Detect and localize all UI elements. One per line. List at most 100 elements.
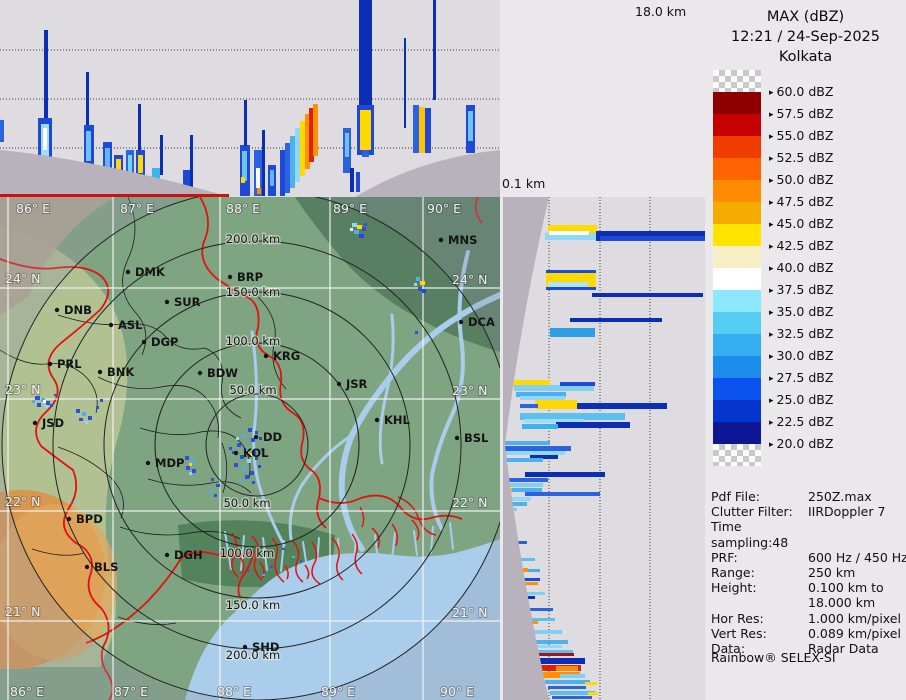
tick-arrow-icon: ▸ (769, 418, 774, 428)
city-dot (54, 307, 60, 313)
info-row: Range: 250 km (711, 565, 903, 580)
echo-bar (285, 143, 290, 193)
echo-bar (256, 168, 260, 188)
echo-pixel (44, 405, 48, 408)
echo-pixel (258, 465, 261, 468)
scale-block (713, 422, 761, 444)
city-dot (84, 564, 90, 570)
echo-bar (404, 38, 406, 128)
info-row: 18.000 km (711, 595, 903, 610)
geo-grid-label: 22° N (452, 495, 487, 510)
echo-bar (548, 282, 588, 287)
city-dot (164, 552, 170, 558)
echo-pixel (259, 437, 262, 440)
geo-grid-label: 89° E (333, 201, 367, 216)
geo-grid-label: 86° E (16, 201, 50, 216)
echo-pixel (82, 412, 86, 416)
echo-pixel (192, 469, 196, 473)
echo-bar (190, 135, 193, 192)
echo-bar (535, 400, 577, 409)
info-value: 0.100 km to (808, 580, 884, 596)
tick-arrow-icon: ▸ (769, 440, 774, 450)
range-ring-label: 200.0 km (226, 232, 280, 246)
city-label: BRP (237, 270, 263, 284)
echo-pixel (247, 570, 249, 572)
echo-bar (503, 478, 548, 482)
city-label: JSD (41, 416, 64, 430)
scale-block (713, 444, 761, 466)
info-label: Clutter Filter: (711, 504, 793, 520)
range-ring-label: 50.0 km (223, 496, 270, 510)
right-height-profile-panel (503, 197, 705, 700)
echo-pixel (416, 277, 420, 281)
product-info-block: Pdf File: 250Z.max Clutter Filter: IIRDoppl… (711, 489, 906, 656)
geo-grid-label: 87° E (114, 684, 148, 699)
info-label: Range: (711, 565, 755, 581)
echo-bar (425, 108, 431, 153)
scale-block (713, 246, 761, 268)
tick-arrow-icon: ▸ (769, 110, 774, 120)
echo-bar (556, 666, 578, 671)
scale-label: ▸ 22.5 dBZ (769, 414, 834, 429)
info-label: PRF: (711, 549, 738, 565)
scale-block (713, 356, 761, 378)
info-row: Vert Res: 0.089 km/pixel (711, 626, 903, 641)
scale-label: ▸ 57.5 dBZ (769, 106, 834, 121)
info-value: 250 km (808, 565, 856, 581)
echo-bar (359, 0, 372, 110)
city-dot (438, 237, 444, 243)
echo-pixel (292, 556, 295, 558)
scale-label: ▸ 27.5 dBZ (769, 370, 834, 385)
scale-label: ▸ 20.0 dBZ (769, 436, 834, 451)
city-dot (66, 516, 72, 522)
echo-bar (525, 492, 600, 496)
tick-arrow-icon: ▸ (769, 286, 774, 296)
city-label: DD (263, 430, 282, 444)
scale-label: ▸ 25.0 dBZ (769, 392, 834, 407)
tick-arrow-icon: ▸ (769, 330, 774, 340)
echo-pixel (214, 494, 217, 497)
echo-pixel (76, 409, 80, 413)
city-label: BSL (464, 431, 489, 445)
echo-pixel (362, 227, 366, 231)
city-dot (253, 434, 259, 440)
tick-arrow-icon: ▸ (769, 154, 774, 164)
echo-pixel (236, 437, 239, 440)
scale-block (713, 400, 761, 422)
scale-block (713, 312, 761, 334)
info-label: Height: (711, 580, 757, 596)
echo-bar (241, 177, 245, 183)
echo-pixel (255, 431, 258, 434)
scale-label: ▸ 37.5 dBZ (769, 282, 834, 297)
echo-bar (536, 653, 574, 656)
info-label: Pdf File: (711, 489, 760, 504)
tick-arrow-icon: ▸ (769, 308, 774, 318)
echo-pixel (420, 281, 425, 285)
echo-bar (257, 188, 261, 194)
scale-label: ▸ 45.0 dBZ (769, 216, 834, 231)
echo-pixel (32, 400, 35, 403)
echo-pixel (234, 463, 238, 467)
geo-grid-label: 21° N (452, 605, 487, 620)
echo-bar (468, 111, 473, 141)
max-height-axis-label: 18.0 km (635, 4, 687, 19)
city-dot (141, 339, 147, 345)
info-value: 18.000 km (808, 595, 876, 611)
echo-bar (290, 136, 295, 188)
city-label: SUR (174, 295, 201, 309)
product-datetime: 12:21 / 24-Sep-2025 (730, 29, 881, 45)
echo-pixel (229, 447, 232, 450)
city-label: ASL (118, 318, 143, 332)
echo-bar (546, 270, 596, 273)
echo-bar (419, 107, 425, 153)
echo-pixel (422, 289, 426, 293)
echo-pixel (418, 287, 422, 291)
echo-bar (545, 680, 590, 684)
echo-bar (560, 674, 585, 678)
echo-pixel (239, 479, 242, 482)
echo-bar (413, 105, 419, 153)
echo-bar (505, 451, 565, 455)
city-dot (242, 644, 248, 650)
info-label: Time sampling:48 (711, 519, 789, 550)
echo-bar (242, 151, 247, 181)
